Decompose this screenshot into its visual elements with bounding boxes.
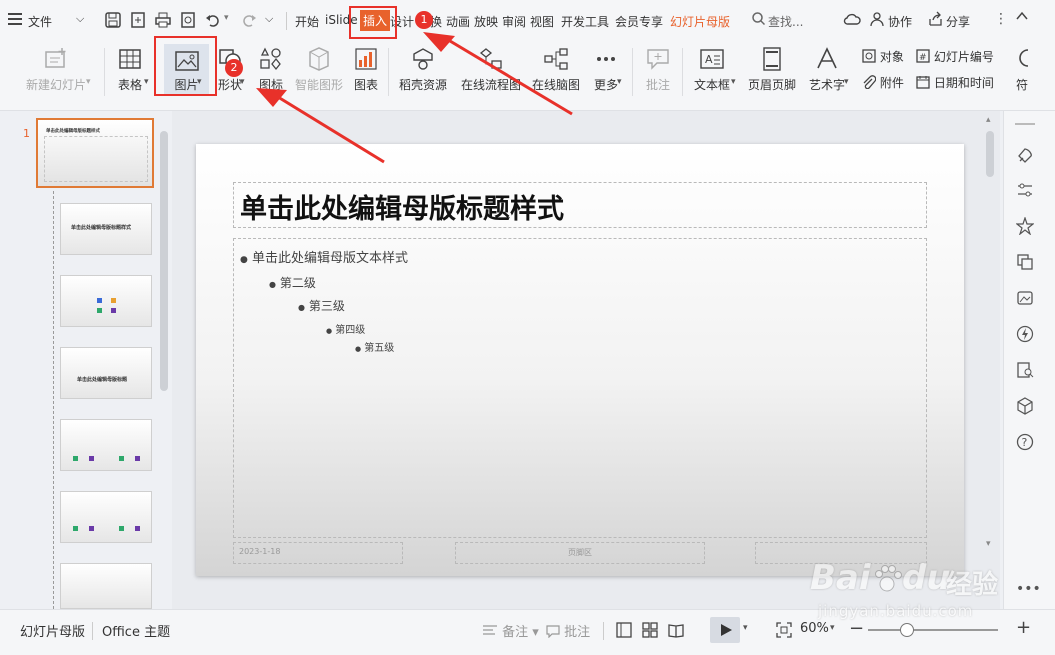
zoom-in-icon[interactable]: +: [1016, 617, 1031, 638]
sliders-icon[interactable]: [1016, 181, 1034, 199]
divider: [92, 622, 93, 640]
watermark-brand-2: du: [902, 558, 951, 598]
watermark-url: jingyan.baidu.com: [818, 602, 974, 620]
annotation-arrows: [256, 32, 573, 164]
fit-to-window-icon[interactable]: [776, 622, 792, 638]
arrow-to-insert-tab: [444, 36, 573, 116]
drag-handle-icon: [1015, 123, 1035, 125]
play-icon: [721, 624, 732, 636]
rocket-icon[interactable]: [1016, 147, 1034, 165]
arrow-to-picture-button: [277, 95, 385, 164]
view-mode-label: 幻灯片母版: [20, 625, 86, 640]
notes-button[interactable]: 备注 ▾: [482, 621, 539, 640]
watermark-brand: Bai: [810, 558, 871, 598]
divider: [603, 622, 604, 640]
play-dropdown-icon[interactable]: ▾: [743, 623, 748, 633]
reading-view-icon[interactable]: [668, 622, 684, 638]
help-icon[interactable]: ?: [1016, 433, 1034, 451]
gallery-icon[interactable]: [1016, 289, 1034, 307]
comments-button[interactable]: 批注: [546, 621, 590, 640]
copy-icon[interactable]: [1016, 253, 1034, 271]
right-sidebar: ? •••: [1003, 111, 1055, 609]
cube-icon[interactable]: [1016, 397, 1034, 415]
paw-icon: [875, 565, 902, 592]
more-horizontal-icon[interactable]: •••: [1016, 581, 1041, 597]
play-slideshow-button[interactable]: [710, 617, 740, 643]
star-icon[interactable]: [1016, 217, 1034, 235]
watermark-jingyan: 经验: [946, 570, 999, 600]
notes-icon: [483, 625, 497, 635]
arrowhead-icon: [256, 88, 287, 107]
comment-icon: [546, 625, 560, 639]
svg-text:?: ?: [1022, 436, 1028, 449]
lightning-icon[interactable]: [1016, 325, 1034, 343]
zoom-slider-track[interactable]: [868, 629, 998, 631]
book-search-icon[interactable]: [1016, 361, 1034, 379]
normal-view-icon[interactable]: [616, 622, 632, 638]
baidu-jingyan-watermark: Bai du 经验 jingyan.baidu.com: [810, 558, 1010, 628]
slide-sorter-icon[interactable]: [642, 622, 658, 638]
theme-name-label: Office 主题: [102, 625, 171, 640]
